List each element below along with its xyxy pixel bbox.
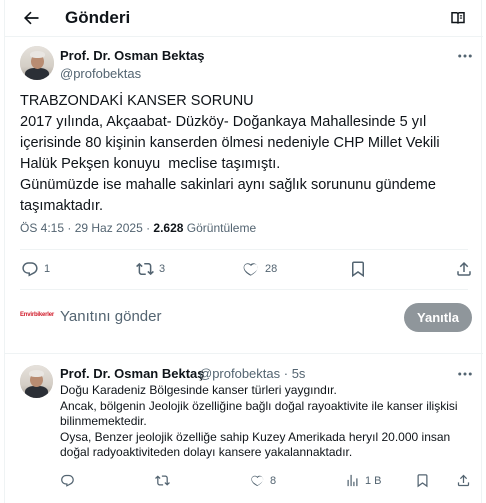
reply-reply-button[interactable]	[60, 473, 75, 488]
reply-views-button[interactable]: 1 B	[345, 473, 382, 488]
author-handle[interactable]: @profobektas	[60, 66, 141, 82]
reply-views-count: 1 B	[365, 474, 382, 487]
reply-button[interactable]: 1	[21, 260, 50, 278]
post-meta: ÖS 4:15 · 29 Haz 2025 · 2.628 Görüntülem…	[20, 220, 256, 236]
heart-icon	[251, 475, 264, 487]
reply-share-button[interactable]	[456, 473, 471, 488]
reply-icon	[61, 474, 74, 487]
divider	[20, 249, 468, 250]
reply-author-handle: @profobektas · 5s	[199, 366, 305, 382]
reply-timestamp[interactable]: · 5s	[284, 366, 306, 381]
reader-mode-icon[interactable]	[449, 9, 467, 27]
reply-like-count: 8	[270, 474, 277, 487]
user-avatar[interactable]: Envirbikerler	[20, 306, 54, 324]
bookmark-button[interactable]	[349, 260, 367, 278]
reply-bookmark-button[interactable]	[415, 473, 430, 488]
like-count: 28	[265, 263, 278, 275]
repost-icon	[155, 475, 170, 486]
reply-author-name[interactable]: Prof. Dr. Osman Bektaş	[60, 366, 205, 382]
reply-composer: Envirbikerler Yanıtını gönder Yanıtla	[5, 294, 483, 340]
views-icon	[347, 474, 358, 487]
reply-submit-button[interactable]: Yanıtla	[404, 303, 472, 332]
back-arrow-icon[interactable]	[21, 8, 41, 28]
post-detail-page: Gönderi Prof. Dr. Osman Bektaş @profobek…	[4, 0, 483, 503]
reply-icon	[22, 262, 38, 277]
more-options-icon[interactable]	[456, 47, 474, 65]
share-icon	[457, 261, 471, 276]
more-options-icon[interactable]	[456, 365, 474, 383]
like-button[interactable]: 28	[242, 260, 277, 278]
reply-handle[interactable]: @profobektas	[199, 366, 280, 381]
post-timestamp[interactable]: ÖS 4:15 · 29 Haz 2025 ·	[20, 221, 153, 235]
reply-like-button[interactable]: 8	[250, 473, 276, 488]
reply-text: Doğu Karadeniz Bölgesinde kanser türleri…	[60, 383, 458, 459]
reply-repost-button[interactable]	[155, 473, 170, 488]
heart-icon	[243, 263, 258, 276]
share-button[interactable]	[455, 260, 473, 278]
avatar[interactable]	[20, 46, 54, 80]
author-name[interactable]: Prof. Dr. Osman Bektaş	[60, 48, 205, 64]
views-count: 2.628	[153, 221, 184, 235]
divider	[5, 353, 483, 354]
share-icon	[457, 474, 470, 487]
repost-button[interactable]: 3	[136, 260, 165, 278]
avatar[interactable]	[20, 365, 53, 398]
divider	[5, 36, 483, 37]
header: Gönderi	[5, 0, 483, 36]
reply-count: 1	[44, 263, 51, 275]
reply-input[interactable]: Yanıtını gönder	[60, 308, 161, 326]
repost-count: 3	[159, 263, 166, 275]
bookmark-icon	[352, 261, 364, 278]
page-title: Gönderi	[65, 8, 131, 27]
bookmark-icon	[417, 474, 428, 488]
post-text: TRABZONDAKİ KANSER SORUNU 2017 yılında, …	[20, 93, 440, 214]
views-label: Görüntüleme	[186, 221, 257, 235]
divider	[20, 289, 468, 290]
repost-icon	[136, 262, 154, 276]
